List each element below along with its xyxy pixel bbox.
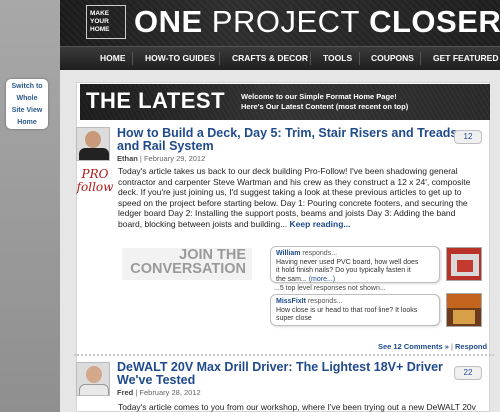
keep-reading-link[interactable]: Keep reading... [290,219,351,229]
author-name[interactable]: Ethan [117,154,138,163]
site-container: MAKE YOUR HOME ONE PROJECT CLOSER HOME H… [60,0,500,412]
post-excerpt: Today's article takes us back to our dec… [118,166,471,229]
post-divider [74,354,494,356]
post-date: February 28, 2012 [139,388,201,397]
comment-thumbnail[interactable] [446,293,482,327]
site-title[interactable]: ONE PROJECT CLOSER [134,4,500,40]
switch-line: Site View [11,107,43,114]
post-title[interactable]: How to Build a Deck, Day 5: Trim, Stair … [117,127,461,153]
comment-thumbnail[interactable] [446,247,482,281]
author-name[interactable]: Fred [117,388,133,397]
switch-line: Whole [16,95,38,102]
see-comments-link[interactable]: See 12 Comments » [378,342,449,351]
comment-bubble[interactable]: William responds... Having never used PV… [270,246,440,283]
nav-how-to-guides[interactable]: HOW-TO GUIDES [145,53,215,63]
latest-subtitle: Welcome to our Simple Format Home Page! … [241,92,409,111]
comment-count-badge[interactable]: 22 [454,366,482,380]
author-avatar[interactable] [76,362,110,396]
post-date: February 29, 2012 [143,154,206,163]
join-conversation-label: JOIN THE CONVERSATION [122,248,252,280]
main-nav: HOME HOW-TO GUIDES CRAFTS & DECOR TOOLS … [60,46,500,70]
post-title[interactable]: DeWALT 20V Max Drill Driver: The Lightes… [117,361,443,387]
post-byline: Ethan | February 29, 2012 [117,154,206,163]
pro-follow-badge[interactable]: PRO follow [76,168,114,194]
hidden-responses-note: ...5 top level responses not shown... [274,285,386,292]
author-avatar[interactable] [76,127,110,161]
switch-line: Home [17,119,37,126]
nav-coupons[interactable]: COUPONS [371,53,414,63]
switch-line: Switch to [11,83,43,90]
see-comments-row: See 12 Comments » | Respond [378,342,488,351]
comment-count-badge[interactable]: 12 [454,130,482,144]
post-excerpt: Today's article comes to you from our wo… [118,402,476,412]
site-logo[interactable]: MAKE YOUR HOME [86,5,126,39]
left-background-strip [0,0,60,412]
latest-banner: THE LATEST Welcome to our Simple Format … [80,84,490,120]
site-banner: MAKE YOUR HOME ONE PROJECT CLOSER [60,0,500,46]
respond-link[interactable]: Respond [455,342,487,351]
nav-tools[interactable]: TOOLS [323,53,352,63]
nav-crafts-decor[interactable]: CRAFTS & DECOR [232,53,308,63]
post-byline: Fred | February 28, 2012 [117,388,201,397]
nav-get-featured[interactable]: GET FEATURED O [433,53,500,63]
nav-home[interactable]: HOME [100,53,126,63]
comment-bubble[interactable]: MissFixIt responds... How close is ur he… [270,294,440,326]
switch-view-link[interactable]: Switch to Whole Site View Home [6,79,48,129]
commenter-name: William [276,250,301,257]
latest-title: THE LATEST [86,88,226,113]
commenter-name: MissFixIt [276,298,306,305]
comment-more-link[interactable]: (more...) [309,276,335,283]
